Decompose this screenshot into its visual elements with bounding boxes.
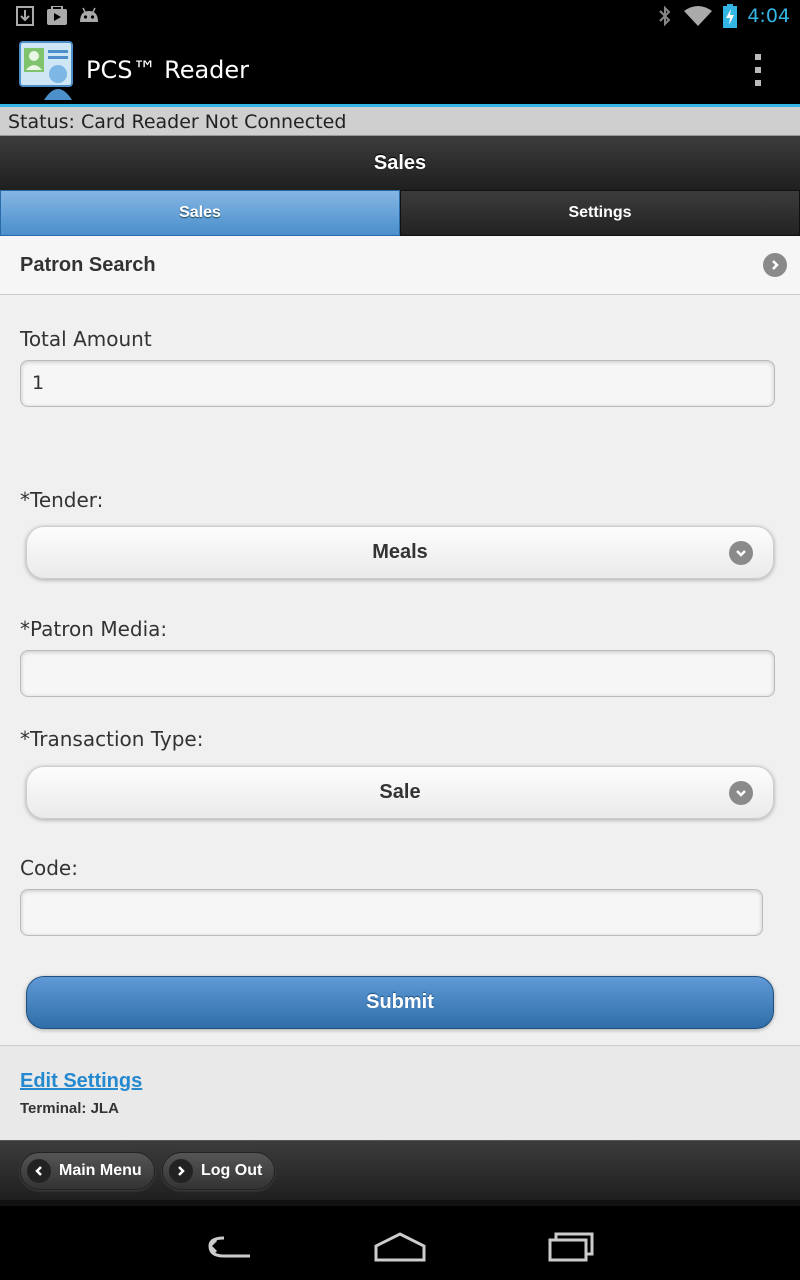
code-label: Code: <box>20 856 78 880</box>
tender-label: *Tender: <box>20 488 104 512</box>
page-title: Sales <box>0 136 800 190</box>
download-icon <box>16 6 34 26</box>
android-icon <box>80 7 98 22</box>
terminal-id: Terminal: JLA <box>20 1100 119 1117</box>
footer-info: Edit Settings Terminal: JLA <box>0 1045 800 1140</box>
tab-sales[interactable]: Sales <box>0 190 400 236</box>
patron-search-label: Patron Search <box>20 254 156 276</box>
play-store-icon <box>47 6 67 25</box>
main-menu-label: Main Menu <box>59 1162 142 1179</box>
system-status-bar: 4:04 <box>0 0 800 34</box>
edit-settings-link[interactable]: Edit Settings <box>20 1070 142 1093</box>
chevron-down-icon <box>729 781 753 805</box>
main-menu-button[interactable]: Main Menu <box>20 1152 155 1190</box>
home-icon[interactable] <box>370 1228 430 1264</box>
action-bar: PCS™ Reader <box>0 34 800 104</box>
tender-select[interactable]: Meals <box>26 526 774 579</box>
transaction-type-select[interactable]: Sale <box>26 766 774 819</box>
pcs-reader-icon[interactable] <box>16 38 78 100</box>
submit-button[interactable]: Submit <box>26 976 774 1029</box>
total-amount-label: Total Amount <box>20 327 152 351</box>
transaction-type-selected-value: Sale <box>379 781 421 803</box>
bottom-nav: Main Menu Log Out <box>0 1140 800 1200</box>
tab-settings[interactable]: Settings <box>400 190 800 236</box>
overflow-menu-icon[interactable] <box>746 54 770 86</box>
patron-search-row[interactable]: Patron Search <box>0 236 800 295</box>
chevron-left-icon <box>27 1159 51 1183</box>
patron-media-label: *Patron Media: <box>20 617 168 641</box>
patron-media-input[interactable] <box>20 650 775 697</box>
back-icon[interactable] <box>200 1228 260 1264</box>
bluetooth-icon <box>659 5 671 27</box>
system-navigation-bar <box>0 1200 800 1280</box>
tender-selected-value: Meals <box>372 541 428 563</box>
total-amount-input[interactable]: 1 <box>20 360 775 407</box>
tab-bar: Sales Settings <box>0 190 800 236</box>
clock: 4:04 <box>747 5 790 27</box>
app-content: Status: Card Reader Not Connected Sales … <box>0 107 800 1200</box>
app-title: PCS™ Reader <box>86 56 250 84</box>
chevron-right-icon <box>763 253 787 277</box>
chevron-down-icon <box>729 541 753 565</box>
log-out-button[interactable]: Log Out <box>162 1152 276 1190</box>
transaction-type-label: *Transaction Type: <box>20 727 204 751</box>
recent-apps-icon[interactable] <box>540 1228 600 1264</box>
log-out-label: Log Out <box>201 1162 263 1179</box>
reader-status-text: Status: Card Reader Not Connected <box>0 107 800 136</box>
battery-charging-icon <box>723 4 738 28</box>
code-input[interactable] <box>20 889 763 936</box>
wifi-icon <box>684 6 713 26</box>
chevron-right-icon <box>169 1159 193 1183</box>
